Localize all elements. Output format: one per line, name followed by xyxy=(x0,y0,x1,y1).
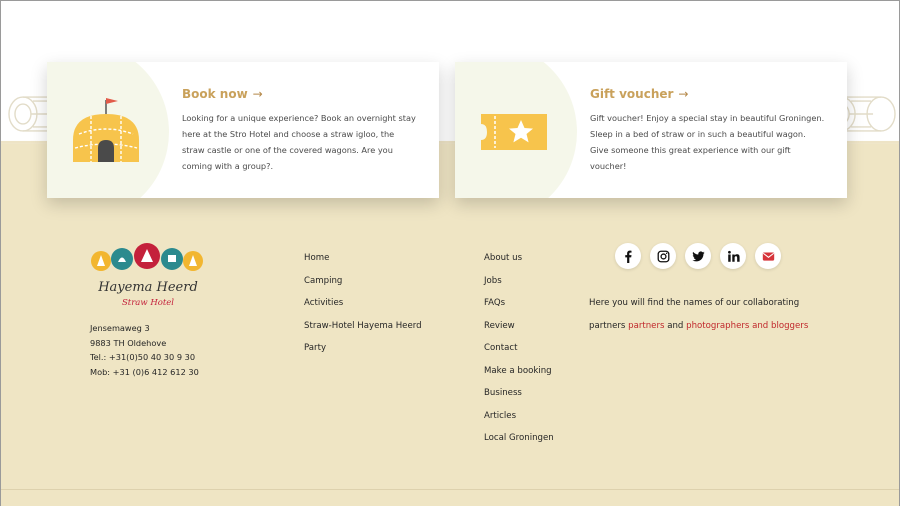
arrow-right-icon: → xyxy=(678,87,689,101)
address-street: Jensemaweg 3 xyxy=(90,323,150,333)
gift-voucher-title[interactable]: Gift voucher → xyxy=(590,87,688,101)
partners-text: Here you will find the names of our coll… xyxy=(589,292,859,338)
nav-activities[interactable]: Activities xyxy=(304,292,422,315)
address-tel[interactable]: Tel.: +31(0)50 40 30 9 30 xyxy=(90,350,199,365)
gift-voucher-card[interactable]: Gift voucher → Gift voucher! Enjoy a spec… xyxy=(455,62,847,198)
instagram-button[interactable] xyxy=(650,243,676,269)
partners-line1: Here you will find the names of our coll… xyxy=(589,298,800,308)
partners-line2: partners partners and photographers and … xyxy=(589,315,859,338)
nav-review[interactable]: Review xyxy=(484,315,554,338)
footer-nav-1: Home Camping Activities Straw-Hotel Haye… xyxy=(304,247,422,360)
nav-contact[interactable]: Contact xyxy=(484,337,554,360)
ticket-star-icon xyxy=(481,114,547,150)
footer-divider xyxy=(1,489,899,490)
mail-icon xyxy=(762,251,774,261)
linkedin-button[interactable] xyxy=(720,243,746,269)
address-city: 9883 TH Oldehove xyxy=(90,337,167,348)
footer-nav-2: About us Jobs FAQs Review Contact Make a… xyxy=(484,247,554,450)
nav-about-us[interactable]: About us xyxy=(484,247,554,270)
arrow-right-icon: → xyxy=(252,87,263,101)
nav-straw-hotel[interactable]: Straw-Hotel Hayema Heerd xyxy=(304,315,422,338)
straw-igloo-icon xyxy=(73,98,139,162)
nav-faqs[interactable]: FAQs xyxy=(484,292,554,315)
hayema-heerd-logo[interactable]: Hayema Heerd Straw Hotel xyxy=(89,242,207,312)
partners-and: and xyxy=(667,321,684,331)
nav-camping[interactable]: Camping xyxy=(304,270,422,293)
address-block: Jensemaweg 3 9883 TH Oldehove Tel.: +31(… xyxy=(90,321,199,379)
social-links xyxy=(615,243,781,269)
facebook-icon xyxy=(624,250,632,263)
book-now-text: Looking for a unique experience? Book an… xyxy=(182,113,416,171)
partners-link[interactable]: partners xyxy=(628,321,664,331)
nav-make-booking[interactable]: Make a booking xyxy=(484,360,554,383)
nav-party[interactable]: Party xyxy=(304,337,422,360)
partners-prefix: partners xyxy=(589,321,626,331)
nav-business[interactable]: Business xyxy=(484,382,554,405)
book-now-card[interactable]: Book now → Looking for a unique experienc… xyxy=(47,62,439,198)
photographers-link[interactable]: photographers and bloggers xyxy=(686,321,808,331)
facebook-button[interactable] xyxy=(615,243,641,269)
address-mob[interactable]: Mob: +31 (0)6 412 612 30 xyxy=(90,365,199,380)
linkedin-icon xyxy=(727,250,740,262)
gift-voucher-text: Gift voucher! Enjoy a special stay in be… xyxy=(590,113,825,171)
nav-local-groningen[interactable]: Local Groningen xyxy=(484,427,554,450)
nav-home[interactable]: Home xyxy=(304,247,422,270)
logo-name: Hayema Heerd xyxy=(97,280,198,295)
twitter-icon xyxy=(691,250,705,261)
twitter-button[interactable] xyxy=(685,243,711,269)
logo-subtitle: Straw Hotel xyxy=(122,298,174,308)
instagram-icon xyxy=(657,250,669,262)
mail-button[interactable] xyxy=(755,243,781,269)
book-now-title[interactable]: Book now → xyxy=(182,87,263,101)
nav-jobs[interactable]: Jobs xyxy=(484,270,554,293)
nav-articles[interactable]: Articles xyxy=(484,405,554,428)
